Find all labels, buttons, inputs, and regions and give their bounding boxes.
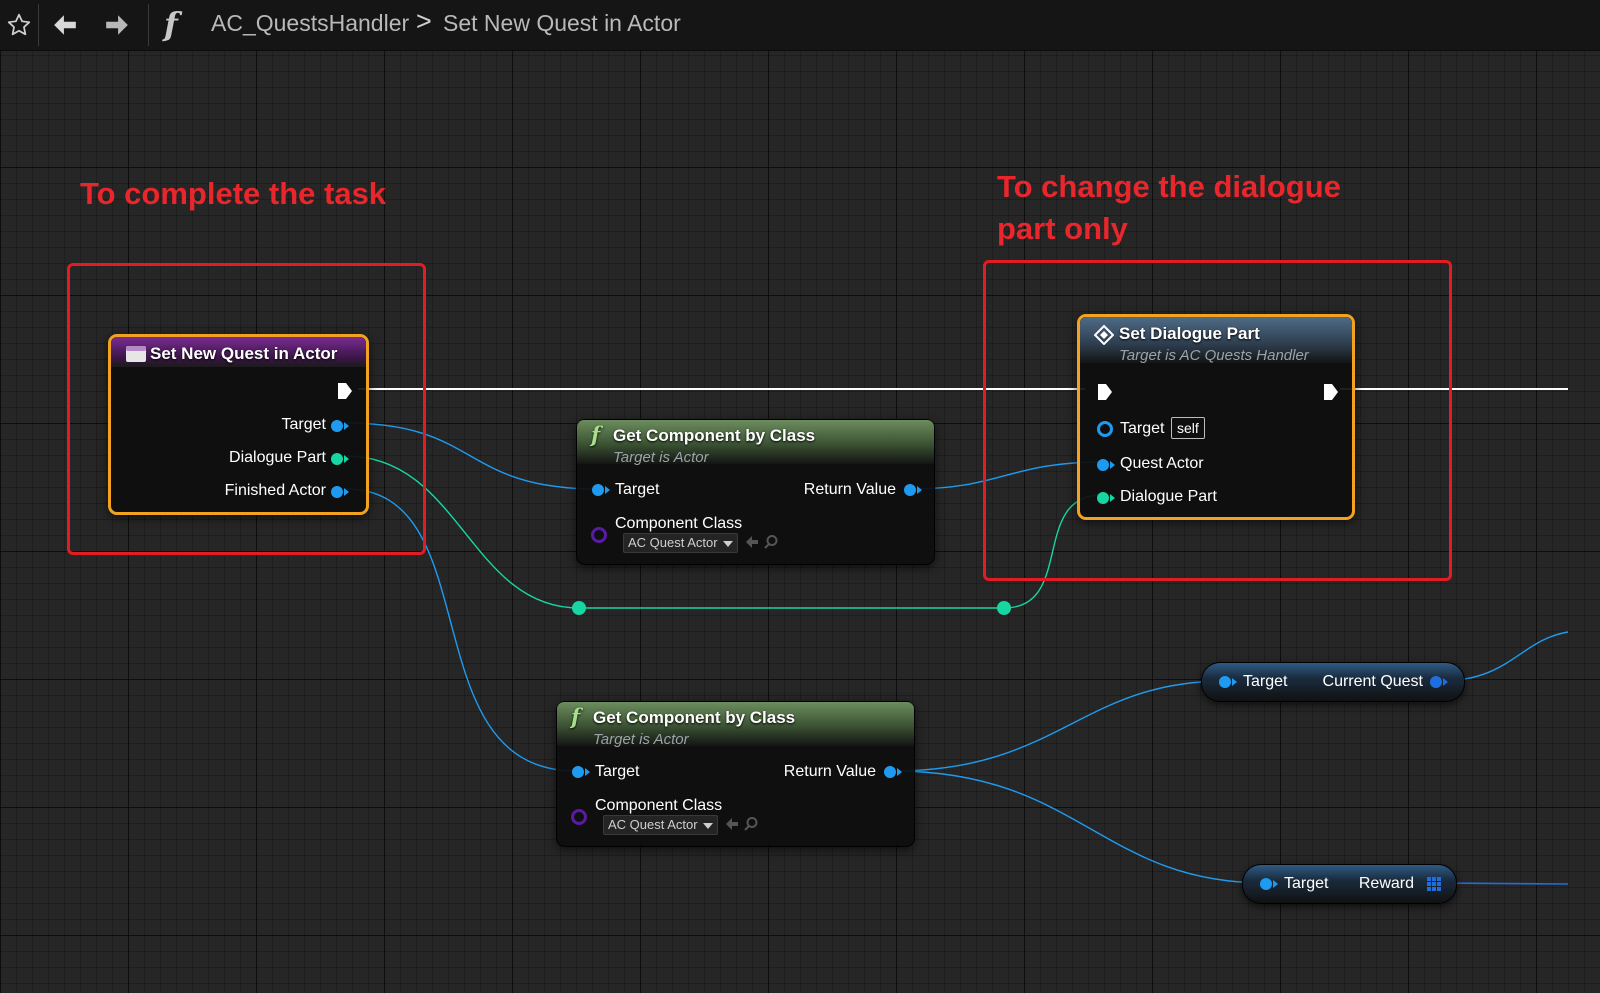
node-set-dialogue-part[interactable]: Set Dialogue Part Target is AC Quests Ha…: [1077, 314, 1355, 520]
array-grid-pin-icon[interactable]: [1427, 877, 1441, 891]
pin-target-in[interactable]: [1260, 878, 1272, 890]
reroute-node-1[interactable]: [572, 601, 586, 615]
target-self-value[interactable]: self: [1171, 417, 1205, 439]
pin-label-target: Target: [1120, 420, 1165, 437]
reroute-node-2[interactable]: [997, 601, 1011, 615]
function-call-diamond-icon: [1094, 325, 1114, 345]
chevron-down-icon: [702, 822, 713, 829]
node-subtitle: Target is Actor: [593, 731, 689, 748]
node-set-new-quest-entry[interactable]: Set New Quest in Actor Target Dialogue P…: [108, 334, 369, 515]
annotation-complete-task: To complete the task: [80, 176, 387, 211]
wire-return-to-reward[interactable]: [892, 770, 1267, 884]
pin-label-dialogue-part: Dialogue Part: [1120, 488, 1217, 505]
pin-label-return-value: Return Value: [783, 763, 876, 780]
node-get-component-by-class-2[interactable]: f Get Component by Class Target is Actor…: [556, 701, 915, 847]
pin-dialogue-part-out[interactable]: [331, 453, 343, 465]
pin-label-component-class: Component Class: [595, 797, 723, 814]
pin-label-dialogue-part: Dialogue Part: [229, 449, 326, 466]
pin-label-current-quest: Current Quest: [1322, 673, 1423, 690]
node-title: Set Dialogue Part: [1119, 324, 1260, 343]
node-subtitle: Target is AC Quests Handler: [1119, 347, 1309, 364]
pin-target-out[interactable]: [331, 420, 343, 432]
pin-label-reward: Reward: [1358, 875, 1414, 892]
node-get-current-quest[interactable]: Target Current Quest: [1201, 662, 1465, 702]
node-get-reward[interactable]: Target Reward: [1242, 864, 1457, 904]
function-icon: f: [571, 704, 581, 729]
pin-label-target: Target: [1243, 673, 1288, 690]
browse-magnifier-icon[interactable]: [763, 534, 779, 550]
pin-target-in[interactable]: [592, 484, 604, 496]
node-title: Get Component by Class: [613, 426, 816, 445]
pin-return-value-out[interactable]: [884, 766, 896, 778]
pin-dialogue-part-in[interactable]: [1097, 492, 1109, 504]
component-class-dropdown[interactable]: AC Quest Actor: [603, 815, 718, 835]
browse-magnifier-icon[interactable]: [743, 816, 759, 832]
pin-label-target: Target: [1284, 875, 1329, 892]
pin-target-in[interactable]: [1219, 676, 1231, 688]
node-title: Set New Quest in Actor: [150, 344, 338, 363]
pin-target-in[interactable]: [1097, 421, 1113, 437]
use-selected-arrow-icon[interactable]: [725, 817, 739, 831]
pin-finished-actor-out[interactable]: [331, 486, 343, 498]
pin-label-component-class: Component Class: [615, 515, 743, 532]
annotation-change-dialogue-line2: part only: [997, 211, 1128, 246]
pin-label-quest-actor: Quest Actor: [1120, 455, 1204, 472]
pin-label-target: Target: [595, 763, 640, 780]
pin-label-target: Target: [281, 416, 326, 433]
node-get-component-by-class-1[interactable]: f Get Component by Class Target is Actor…: [576, 419, 935, 565]
pin-component-class-in[interactable]: [591, 527, 607, 543]
use-selected-arrow-icon[interactable]: [745, 535, 759, 549]
function-icon: f: [591, 422, 601, 447]
annotation-change-dialogue-line1: To change the dialogue: [997, 169, 1341, 204]
wire-return-to-current-quest[interactable]: [892, 680, 1227, 772]
pin-label-target: Target: [615, 481, 660, 498]
node-title: Get Component by Class: [593, 708, 796, 727]
pin-target-in[interactable]: [572, 766, 584, 778]
node-subtitle: Target is Actor: [613, 449, 709, 466]
component-class-dropdown[interactable]: AC Quest Actor: [623, 533, 738, 553]
pin-label-finished-actor: Finished Actor: [224, 482, 326, 499]
exec-in-pin-icon[interactable]: [1097, 383, 1113, 401]
exec-out-pin-icon[interactable]: [337, 382, 353, 400]
function-entry-icon: [126, 346, 146, 362]
chevron-down-icon: [722, 540, 733, 547]
pin-component-class-in[interactable]: [571, 809, 587, 825]
exec-out-pin-icon[interactable]: [1323, 383, 1339, 401]
pin-quest-actor-in[interactable]: [1097, 459, 1109, 471]
pin-return-value-out[interactable]: [904, 484, 916, 496]
pin-current-quest-out[interactable]: [1430, 676, 1442, 688]
pin-label-return-value: Return Value: [803, 481, 896, 498]
